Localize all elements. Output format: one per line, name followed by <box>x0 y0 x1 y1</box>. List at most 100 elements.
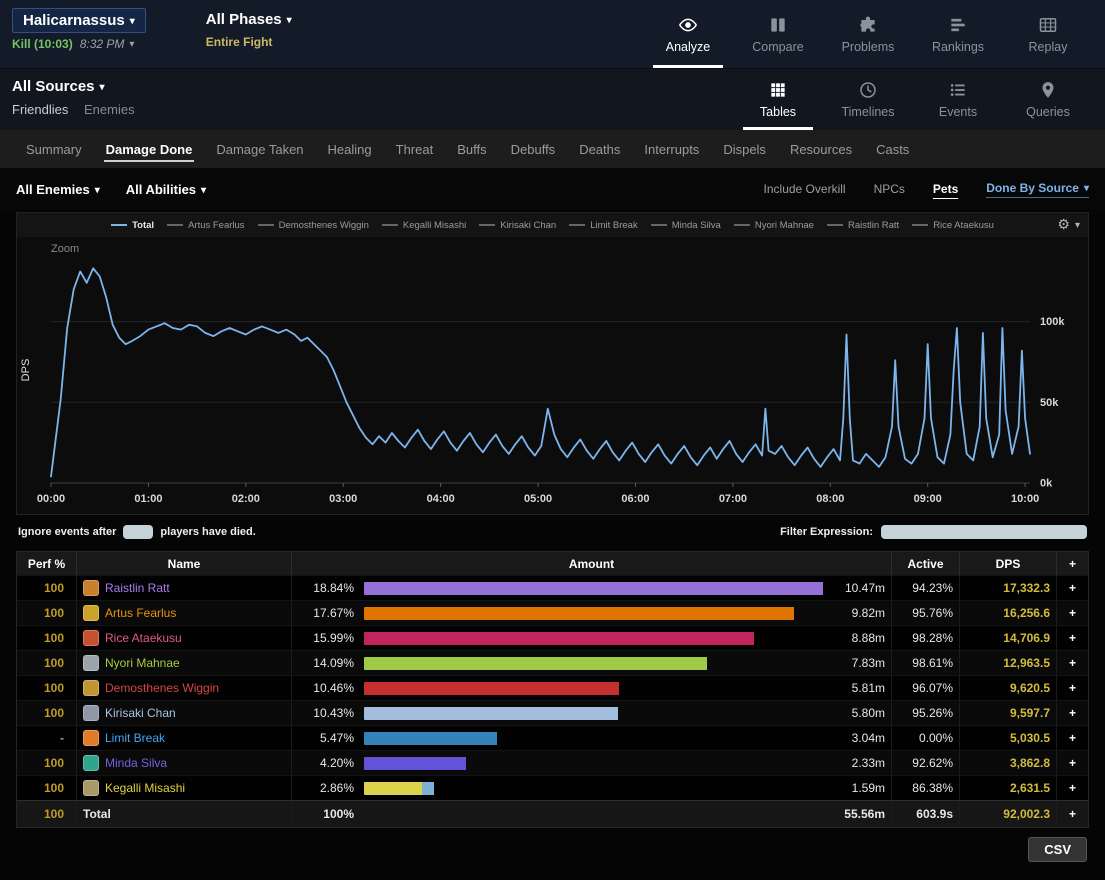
tab-damage-taken[interactable]: Damage Taken <box>204 130 315 168</box>
job-icon[interactable] <box>83 580 99 596</box>
tab-healing[interactable]: Healing <box>316 130 384 168</box>
job-icon[interactable] <box>83 605 99 621</box>
legend-item-kirisaki-chan[interactable]: Kirisaki Chan <box>479 220 556 231</box>
perf-cell[interactable]: - <box>17 726 77 750</box>
legend-item-artus-fearlus[interactable]: Artus Fearlus <box>167 220 245 231</box>
sources-dropdown[interactable]: All Sources <box>12 78 105 95</box>
player-name[interactable]: Demosthenes Wiggin <box>105 681 219 695</box>
expand-button[interactable]: + <box>1057 601 1088 625</box>
csv-button[interactable]: CSV <box>1028 837 1087 862</box>
toggle-npcs[interactable]: NPCs <box>874 182 905 196</box>
deaths-count-input[interactable] <box>123 525 153 539</box>
expand-button[interactable]: + <box>1057 676 1088 700</box>
fight-dropdown[interactable]: Halicarnassus <box>12 8 146 33</box>
column-header-dps[interactable]: DPS <box>960 552 1057 575</box>
toggle-pets[interactable]: Pets <box>933 182 958 196</box>
tab-resources[interactable]: Resources <box>778 130 864 168</box>
legend-item-kegalli-misashi[interactable]: Kegalli Misashi <box>382 220 466 231</box>
column-header-name[interactable]: Name <box>77 552 292 575</box>
column-header-plus[interactable]: + <box>1057 552 1088 575</box>
perf-cell[interactable]: 100 <box>17 801 77 827</box>
legend-item-raistlin-ratt[interactable]: Raistlin Ratt <box>827 220 899 231</box>
legend-item-minda-silva[interactable]: Minda Silva <box>651 220 721 231</box>
perf-cell[interactable]: 100 <box>17 701 77 725</box>
tab-summary[interactable]: Summary <box>14 130 94 168</box>
nav-tables[interactable]: Tables <box>733 69 823 130</box>
nav-rankings[interactable]: Rankings <box>913 0 1003 68</box>
all-enemies-dropdown[interactable]: All Enemies <box>16 182 100 197</box>
legend-item-total[interactable]: Total <box>111 220 154 231</box>
player-name[interactable]: Artus Fearlus <box>105 606 176 620</box>
job-icon[interactable] <box>83 780 99 796</box>
job-icon[interactable] <box>83 680 99 696</box>
player-name[interactable]: Minda Silva <box>105 756 167 770</box>
player-name[interactable]: Raistlin Ratt <box>105 581 170 595</box>
player-name[interactable]: Nyori Mahnae <box>105 656 180 670</box>
toggle-include-overkill[interactable]: Include Overkill <box>764 182 846 196</box>
expand-button[interactable]: + <box>1057 651 1088 675</box>
perf-cell[interactable]: 100 <box>17 601 77 625</box>
job-icon[interactable] <box>83 755 99 771</box>
gear-icon <box>1057 216 1070 234</box>
job-icon[interactable] <box>83 730 99 746</box>
tab-interrupts[interactable]: Interrupts <box>632 130 711 168</box>
tab-debuffs[interactable]: Debuffs <box>499 130 568 168</box>
player-name[interactable]: Kirisaki Chan <box>105 706 176 720</box>
svg-text:DPS: DPS <box>20 359 32 382</box>
expand-button[interactable]: + <box>1057 801 1088 827</box>
tab-damage-done[interactable]: Damage Done <box>94 130 205 168</box>
player-name[interactable]: Limit Break <box>105 731 165 745</box>
player-name[interactable]: Rice Ataekusu <box>105 631 182 645</box>
perf-cell[interactable]: 100 <box>17 651 77 675</box>
filter-expression-input[interactable] <box>881 525 1087 539</box>
tab-threat[interactable]: Threat <box>384 130 446 168</box>
perf-cell[interactable]: 100 <box>17 576 77 600</box>
job-icon[interactable] <box>83 655 99 671</box>
damage-bar <box>364 757 823 770</box>
nav-analyze[interactable]: Analyze <box>643 0 733 68</box>
chart-menu-button[interactable] <box>1057 216 1080 234</box>
dps-chart-svg[interactable]: 0k50k100k00:0001:0002:0003:0004:0005:000… <box>17 237 1086 509</box>
nav-label: Events <box>939 105 977 119</box>
nav-timelines[interactable]: Timelines <box>823 69 913 130</box>
legend-item-limit-break[interactable]: Limit Break <box>569 220 638 231</box>
perf-cell[interactable]: 100 <box>17 776 77 800</box>
nav-queries[interactable]: Queries <box>1003 69 1093 130</box>
expand-button[interactable]: + <box>1057 626 1088 650</box>
player-name[interactable]: Kegalli Misashi <box>105 781 185 795</box>
column-header-perf[interactable]: Perf % <box>17 552 77 575</box>
expand-button[interactable]: + <box>1057 751 1088 775</box>
job-icon[interactable] <box>83 630 99 646</box>
job-icon[interactable] <box>83 705 99 721</box>
legend-item-nyori-mahnae[interactable]: Nyori Mahnae <box>734 220 814 231</box>
nav-problems[interactable]: Problems <box>823 0 913 68</box>
legend-item-demosthenes-wiggin[interactable]: Demosthenes Wiggin <box>258 220 369 231</box>
perf-cell[interactable]: 100 <box>17 626 77 650</box>
dps-chart: Total Artus Fearlus Demosthenes Wiggin Kega… <box>16 212 1089 515</box>
legend-item-rice-ataekusu[interactable]: Rice Ataekusu <box>912 220 994 231</box>
kill-dropdown[interactable]: Kill (10:03) 8:32 PM <box>12 37 146 51</box>
tab-dispels[interactable]: Dispels <box>711 130 778 168</box>
all-abilities-dropdown[interactable]: All Abilities <box>126 182 206 197</box>
expand-button[interactable]: + <box>1057 576 1088 600</box>
perf-cell[interactable]: 100 <box>17 751 77 775</box>
friendlies-link[interactable]: Friendlies <box>12 102 68 117</box>
phase-dropdown[interactable]: All Phases <box>206 11 292 28</box>
nav-events[interactable]: Events <box>913 69 1003 130</box>
player-name[interactable]: Total <box>83 807 111 821</box>
table-row-limit-break: -Limit Break5.47%3.04m0.00%5,030.5+ <box>17 725 1088 750</box>
expand-button[interactable]: + <box>1057 776 1088 800</box>
expand-button[interactable]: + <box>1057 726 1088 750</box>
nav-replay[interactable]: Replay <box>1003 0 1093 68</box>
done-by-dropdown[interactable]: Done By Source <box>986 181 1089 198</box>
column-header-active[interactable]: Active <box>892 552 960 575</box>
tab-casts[interactable]: Casts <box>864 130 921 168</box>
zoom-label: Zoom <box>51 243 79 255</box>
column-header-amount[interactable]: Amount <box>292 552 892 575</box>
perf-cell[interactable]: 100 <box>17 676 77 700</box>
nav-compare[interactable]: Compare <box>733 0 823 68</box>
tab-deaths[interactable]: Deaths <box>567 130 632 168</box>
enemies-link[interactable]: Enemies <box>84 102 135 117</box>
expand-button[interactable]: + <box>1057 701 1088 725</box>
tab-buffs[interactable]: Buffs <box>445 130 498 168</box>
